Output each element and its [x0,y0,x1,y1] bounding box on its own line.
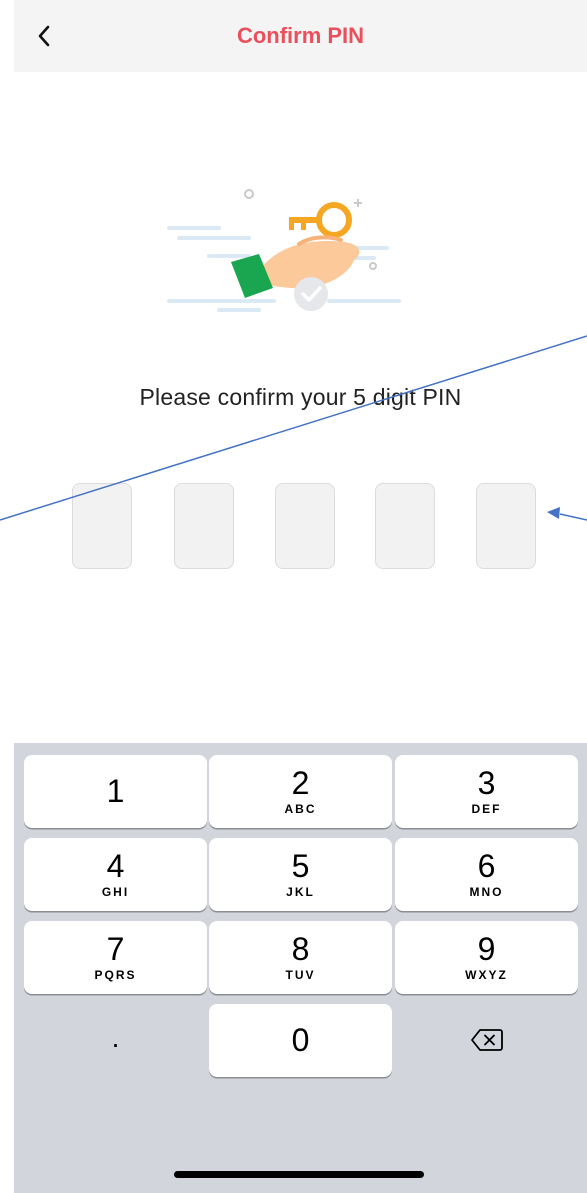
key-digit: 3 [477,765,496,801]
key-6[interactable]: 6 MNO [395,838,578,911]
key-0[interactable]: 0 [209,1004,392,1077]
key-9[interactable]: 9 WXYZ [395,921,578,994]
key-letters: PQRS [94,968,137,982]
numeric-keypad: 1 2 ABC 3 DEF 4 GHI 5 JKL 6 MNO 7 PQRS 8 [14,743,587,1193]
key-digit: 0 [291,1022,310,1058]
pin-digit-1[interactable] [72,483,132,569]
key-letters: WXYZ [465,968,508,982]
key-2[interactable]: 2 ABC [209,755,392,828]
pin-input-group[interactable] [72,483,542,573]
key-dot[interactable]: . [24,1004,207,1077]
pin-prompt-text: Please confirm your 5 digit PIN [139,384,462,410]
key-5[interactable]: 5 JKL [209,838,392,911]
pin-digit-2[interactable] [174,483,234,569]
home-indicator [174,1171,424,1178]
key-7[interactable]: 7 PQRS [24,921,207,994]
hand-holding-key-icon [149,176,409,336]
key-3[interactable]: 3 DEF [395,755,578,828]
confirm-pin-screen: Confirm PIN Please confirm your 5 digit … [14,0,587,1193]
key-letters: TUV [285,968,316,982]
header-bar: Confirm PIN [14,0,587,72]
key-digit: 4 [106,848,125,884]
key-digit: 9 [477,931,496,967]
page-title: Confirm PIN [236,23,365,48]
key-digit: 1 [106,773,125,809]
key-letters: GHI [101,885,130,899]
key-digit: 2 [291,765,310,801]
key-digit: 5 [291,848,310,884]
pin-digit-5[interactable] [476,483,536,569]
key-digit: 6 [477,848,496,884]
key-digit: 8 [291,931,310,967]
pin-digit-4[interactable] [375,483,435,569]
key-backspace[interactable] [395,1004,578,1077]
key-letters: JKL [286,885,315,899]
pin-digit-3[interactable] [275,483,335,569]
key-digit: 7 [106,931,125,967]
key-8[interactable]: 8 TUV [209,921,392,994]
key-digit: . [111,1022,120,1053]
key-letters: DEF [471,802,502,816]
key-4[interactable]: 4 GHI [24,838,207,911]
key-letters: MNO [469,885,504,899]
backspace-icon [470,1029,503,1051]
key-1[interactable]: 1 [24,755,207,828]
key-letters: ABC [284,802,317,816]
